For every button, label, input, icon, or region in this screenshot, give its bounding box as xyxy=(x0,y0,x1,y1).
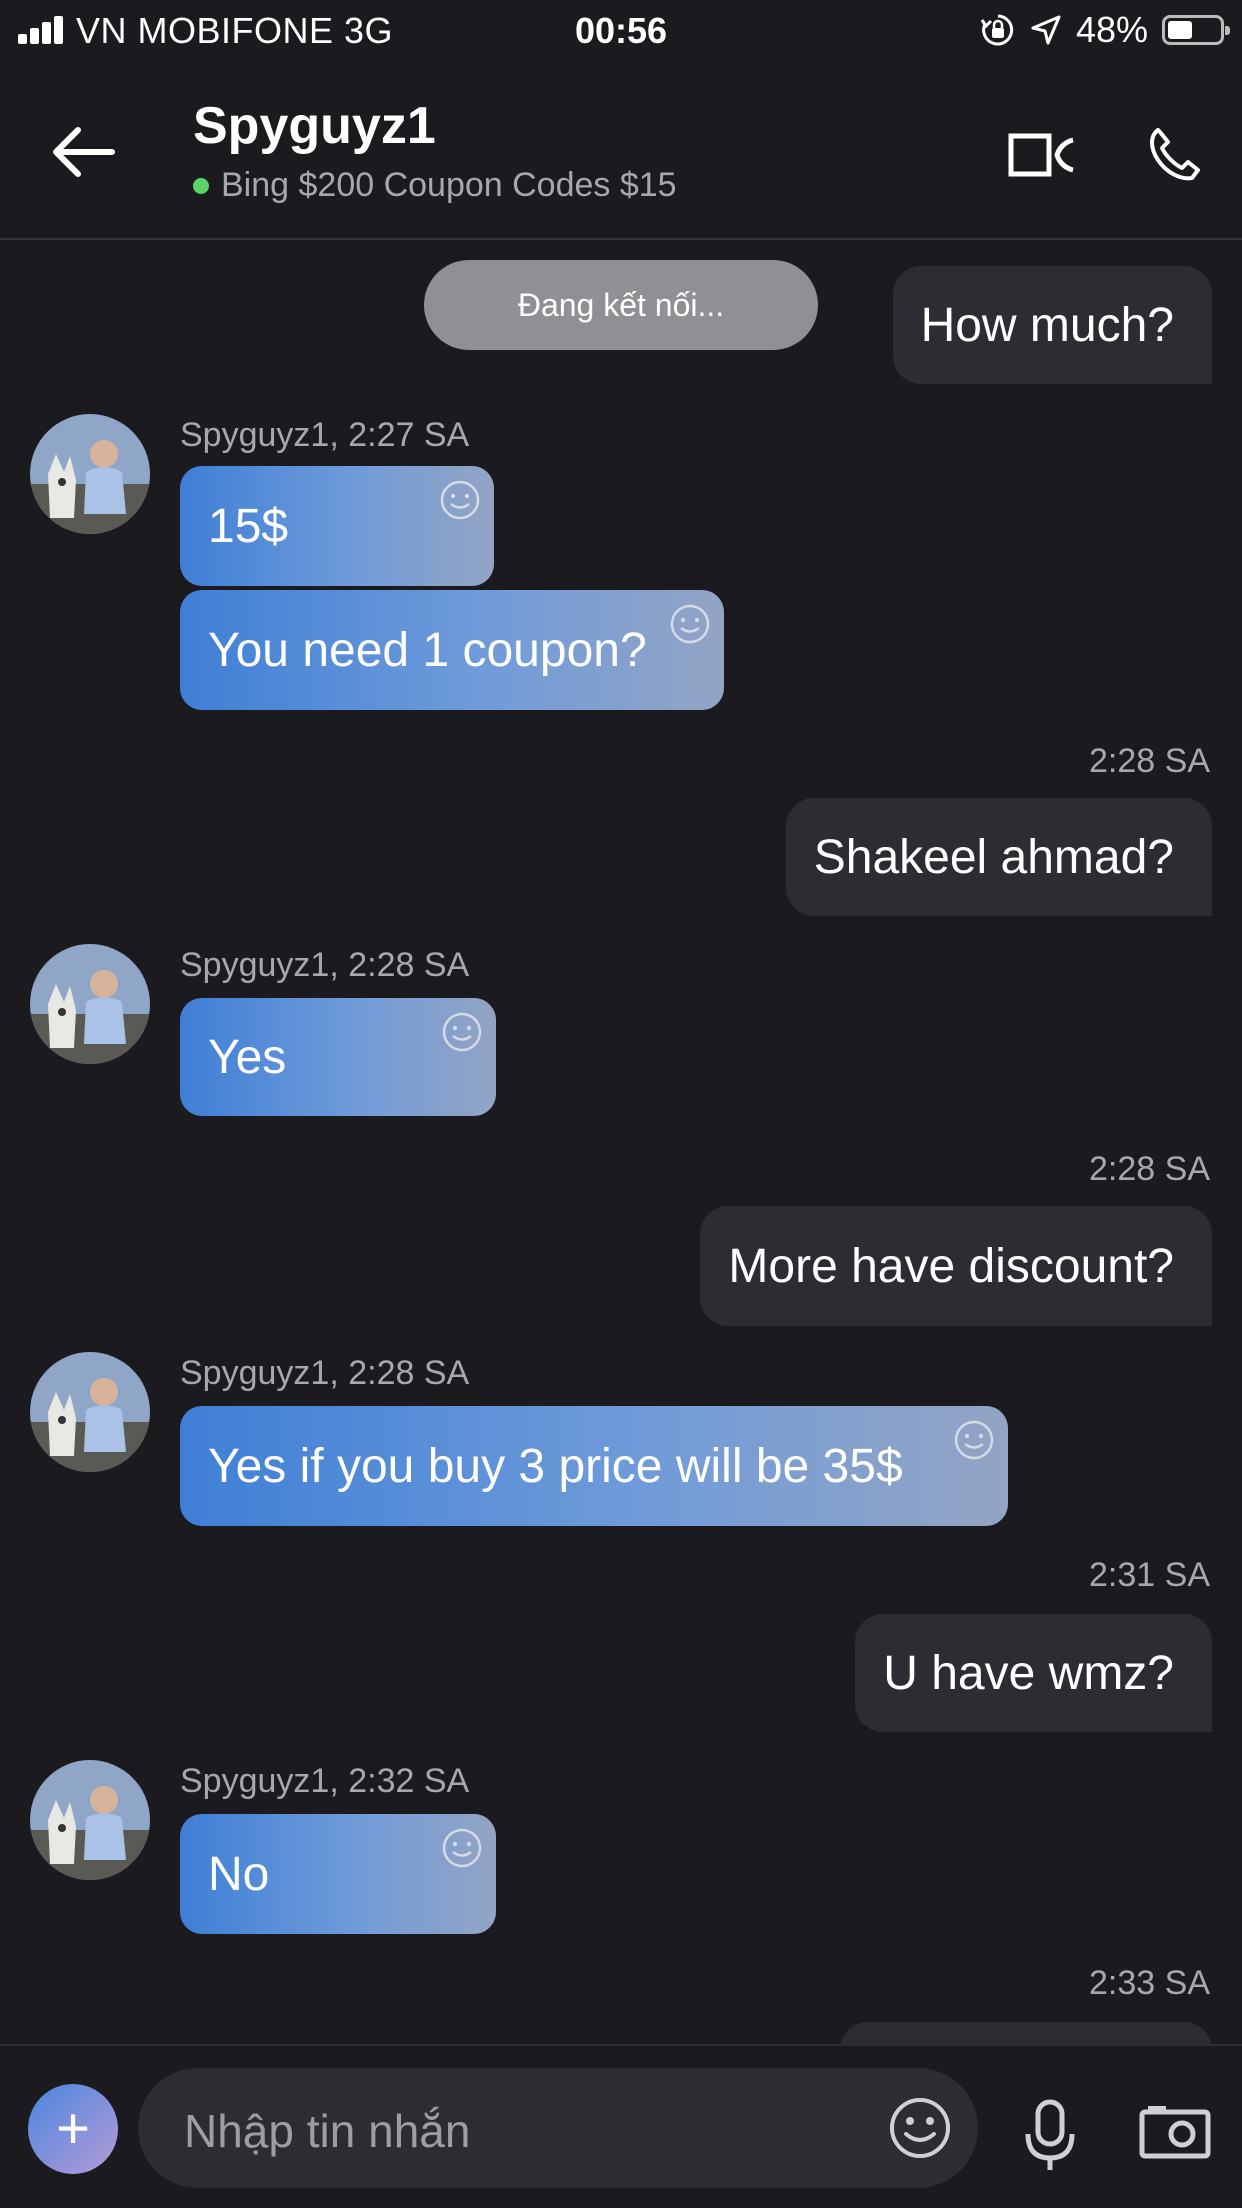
battery-icon xyxy=(1162,15,1230,45)
message-text: Yes xyxy=(208,1030,287,1084)
back-arrow-icon[interactable] xyxy=(48,122,118,182)
message-input[interactable]: Nhập tin nhắn xyxy=(138,2068,978,2188)
chat-header: Spyguyz1 Bing $200 Coupon Codes $15 xyxy=(0,62,1242,240)
contact-status: Bing $200 Coupon Codes $15 xyxy=(193,166,677,205)
message-text: No xyxy=(208,1847,270,1901)
message-sender-time: Spyguyz1, 2:32 SA xyxy=(180,1762,470,1800)
reaction-smiley-icon[interactable] xyxy=(440,1826,484,1870)
message-text: You need 1 coupon? xyxy=(208,623,647,677)
outgoing-message[interactable]: U have wmz? xyxy=(855,1614,1212,1732)
message-sender-time: Spyguyz1, 2:27 SA xyxy=(180,416,470,454)
reaction-smiley-icon[interactable] xyxy=(668,602,712,646)
avatar[interactable] xyxy=(30,1352,150,1472)
outgoing-message[interactable]: Shakeel ahmad? xyxy=(785,798,1212,916)
camera-icon[interactable] xyxy=(1138,2104,1212,2160)
phone-call-icon[interactable] xyxy=(1144,124,1204,184)
message-sender-time: Spyguyz1, 2:28 SA xyxy=(180,946,470,984)
avatar[interactable] xyxy=(30,944,150,1064)
avatar[interactable] xyxy=(30,1760,150,1880)
rotation-lock-icon xyxy=(980,14,1014,46)
message-list[interactable]: Đang kết nối... How much? Spyguyz1, 2:27… xyxy=(0,240,1242,2044)
reaction-smiley-icon[interactable] xyxy=(438,478,482,522)
outgoing-message[interactable]: How much? xyxy=(892,266,1212,384)
message-text: More have discount? xyxy=(728,1239,1174,1293)
message-timestamp: 2:28 SA xyxy=(1089,742,1210,780)
message-text: Yes if you buy 3 price will be 35$ xyxy=(208,1439,903,1493)
message-text: 15$ xyxy=(208,499,289,553)
online-status-dot xyxy=(193,177,209,194)
outgoing-message-partial[interactable] xyxy=(840,2022,1212,2044)
message-text: U have wmz? xyxy=(883,1646,1174,1700)
battery-percent: 48% xyxy=(1075,9,1148,50)
message-text: How much? xyxy=(920,298,1174,352)
connecting-banner: Đang kết nối... xyxy=(424,260,818,350)
incoming-message[interactable]: You need 1 coupon? xyxy=(180,590,724,710)
add-attachment-button[interactable]: + xyxy=(28,2084,118,2174)
message-timestamp: 2:31 SA xyxy=(1089,1556,1210,1594)
message-composer: + Nhập tin nhắn xyxy=(0,2044,1242,2208)
avatar[interactable] xyxy=(30,414,150,534)
video-call-icon[interactable] xyxy=(1007,130,1077,180)
message-text: Shakeel ahmad? xyxy=(813,830,1174,884)
message-sender-time: Spyguyz1, 2:28 SA xyxy=(180,1354,470,1392)
outgoing-message[interactable]: More have discount? xyxy=(700,1206,1212,1326)
message-input-placeholder: Nhập tin nhắn xyxy=(184,2105,471,2157)
microphone-icon[interactable] xyxy=(1022,2098,1078,2174)
incoming-message[interactable]: No xyxy=(180,1814,496,1934)
contact-name[interactable]: Spyguyz1 xyxy=(193,96,436,156)
location-icon xyxy=(1031,15,1061,45)
status-bar: VN MOBIFONE 3G 00:56 48% xyxy=(0,0,1242,62)
incoming-message[interactable]: 15$ xyxy=(180,466,494,586)
emoji-icon[interactable] xyxy=(888,2096,952,2160)
incoming-message[interactable]: Yes xyxy=(180,998,496,1116)
reaction-smiley-icon[interactable] xyxy=(952,1418,996,1462)
message-timestamp: 2:33 SA xyxy=(1089,1964,1210,2002)
message-timestamp: 2:28 SA xyxy=(1089,1150,1210,1188)
incoming-message[interactable]: Yes if you buy 3 price will be 35$ xyxy=(180,1406,1008,1526)
contact-subtitle: Bing $200 Coupon Codes $15 xyxy=(221,166,677,204)
reaction-smiley-icon[interactable] xyxy=(440,1010,484,1054)
